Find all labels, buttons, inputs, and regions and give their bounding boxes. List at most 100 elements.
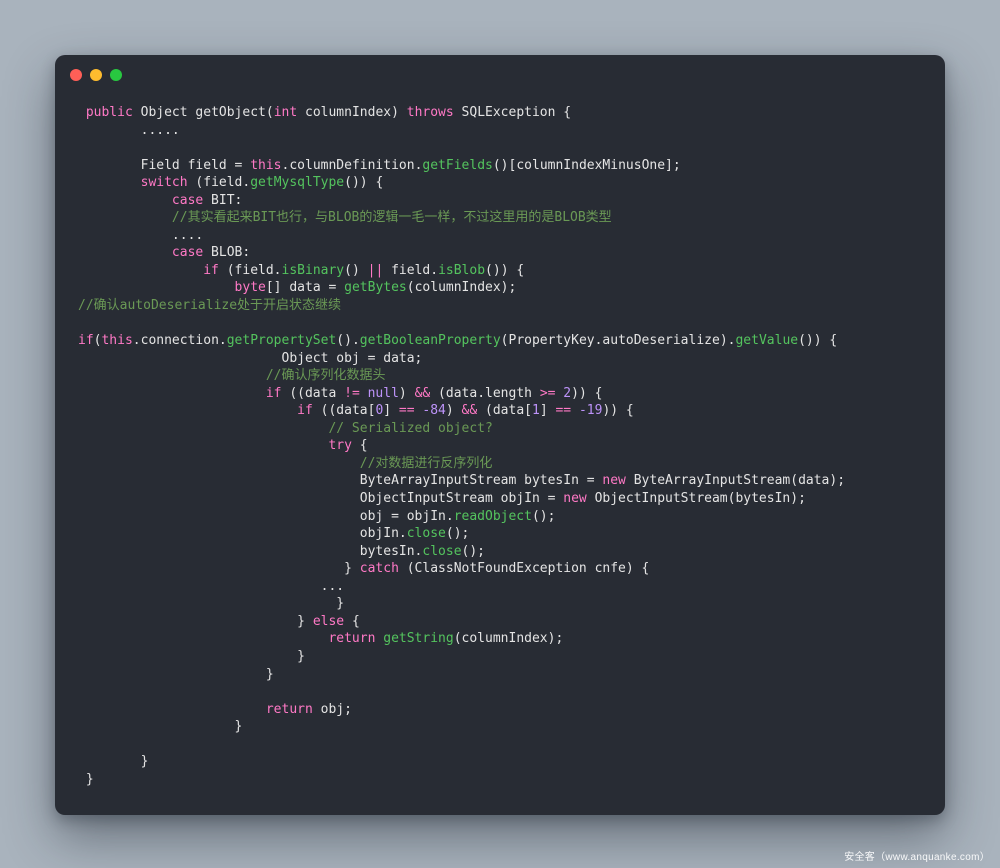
code-token: //其实看起来BIT也行，与BLOB的逻辑一毛一样，不过这里用的是BLOB类型: [171, 210, 612, 226]
code-token: getBooleanProperty: [359, 333, 501, 349]
code-token: bytesIn.: [359, 543, 423, 559]
code-token: )) {: [602, 403, 634, 419]
code-token: ();: [531, 508, 556, 524]
code-token: .....: [140, 122, 180, 138]
code-block: public Object getObject(int columnIndex)…: [78, 104, 931, 805]
page-background: public Object getObject(int columnIndex)…: [0, 0, 1000, 868]
code-token: -19: [578, 403, 603, 419]
code-token: ObjectInputStream objIn =: [359, 491, 564, 507]
code-line: objIn.close();: [78, 525, 931, 543]
code-line: } catch (ClassNotFoundException cnfe) {: [78, 560, 931, 578]
code-token: >=: [539, 385, 556, 401]
code-token: ByteArrayInputStream(data);: [625, 473, 846, 489]
code-token: close: [422, 543, 462, 559]
code-token: try: [328, 438, 352, 454]
code-token: ().: [336, 333, 360, 349]
code-token: ((data[: [312, 403, 376, 419]
code-line: case BLOB:: [78, 244, 931, 262]
code-token: this: [250, 157, 282, 173]
code-token: int: [273, 105, 298, 120]
code-token: ()) {: [344, 175, 384, 191]
code-token: getFields: [422, 157, 493, 173]
code-token: 2: [563, 385, 572, 401]
code-token: 1: [532, 403, 540, 419]
code-line: obj = objIn.readObject();: [78, 508, 931, 526]
code-token: // Serialized object?: [328, 420, 493, 436]
code-line: if ((data != null) && (data.length >= 2)…: [78, 385, 931, 403]
code-token: ]: [383, 403, 399, 419]
code-token: }: [85, 771, 94, 787]
code-token: }: [336, 596, 345, 612]
code-line: bytesIn.close();: [78, 543, 931, 561]
code-line: //其实看起来BIT也行，与BLOB的逻辑一毛一样，不过这里用的是BLOB类型: [78, 209, 931, 227]
code-token: else: [312, 613, 345, 629]
code-token: ()) {: [798, 333, 838, 349]
code-token: getString: [383, 631, 454, 647]
code-token: field.: [383, 262, 439, 278]
code-token: )) {: [571, 385, 603, 401]
code-line: // Serialized object?: [78, 420, 931, 438]
code-line: return getString(columnIndex);: [78, 630, 931, 648]
code-line: //对数据进行反序列化: [78, 455, 931, 473]
code-token: ObjectInputStream(bytesIn);: [586, 491, 806, 507]
code-token: //确认序列化数据头: [265, 368, 386, 384]
code-line: //确认autoDeserialize处于开启状态继续: [78, 297, 931, 315]
code-token: getBytes: [344, 280, 407, 296]
code-line: return obj;: [78, 701, 931, 719]
code-token: catch: [359, 561, 399, 577]
code-line: //确认序列化数据头: [78, 367, 931, 385]
code-line: case BIT:: [78, 192, 931, 210]
code-token: (data[: [477, 403, 532, 419]
code-token: BIT:: [203, 192, 243, 208]
code-token: (PropertyKey.autoDeserialize).: [500, 333, 736, 349]
code-line: Object obj = data;: [78, 350, 931, 368]
code-token: this: [101, 333, 133, 349]
code-token: return: [328, 631, 376, 647]
code-token: {: [351, 438, 368, 454]
code-token: Object obj = data;: [281, 350, 423, 366]
code-token: ((data: [281, 385, 345, 401]
zoom-button[interactable]: [110, 69, 122, 81]
code-line: if ((data[0] == -84) && (data[1] == -19)…: [78, 402, 931, 420]
code-line: }: [78, 595, 931, 613]
code-token: ()[columnIndexMinusOne];: [492, 157, 681, 173]
code-line: .....: [78, 122, 931, 140]
code-token: (field.: [218, 262, 282, 278]
code-line: }: [78, 753, 931, 771]
close-button[interactable]: [70, 69, 82, 81]
code-token: getMysqlType: [250, 175, 345, 191]
code-token: [] data =: [265, 280, 345, 296]
minimize-button[interactable]: [90, 69, 102, 81]
code-token: new: [602, 473, 626, 489]
code-token: throws: [406, 105, 454, 120]
code-token: getValue: [735, 333, 799, 349]
code-token: BLOB:: [203, 245, 251, 261]
code-token: if: [265, 385, 282, 401]
code-window: public Object getObject(int columnIndex)…: [55, 55, 945, 815]
code-token: if: [297, 403, 313, 419]
code-token: columnIndex): [297, 105, 407, 120]
code-token: ();: [445, 526, 470, 542]
code-token: isBinary: [281, 262, 345, 278]
code-token: }: [265, 666, 274, 682]
code-token: obj;: [312, 701, 352, 717]
code-token: ...: [320, 578, 345, 594]
code-token: if: [78, 333, 94, 349]
code-token: ByteArrayInputStream bytesIn =: [359, 473, 603, 489]
code-token: byte: [234, 280, 266, 296]
code-token: ==: [398, 403, 415, 419]
code-token: SQLException {: [453, 105, 572, 120]
code-line: byte[] data = getBytes(columnIndex);: [78, 279, 931, 297]
watermark: 安全客（www.anquanke.com）: [844, 852, 990, 863]
code-token: if: [203, 262, 219, 278]
code-token: }: [297, 648, 305, 664]
code-token: ();: [461, 543, 486, 559]
code-line: if (field.isBinary() || field.isBlob()) …: [78, 262, 931, 280]
code-token: objIn.: [359, 526, 407, 542]
code-token: .connection.: [132, 333, 227, 349]
code-line: ObjectInputStream objIn = new ObjectInpu…: [78, 490, 931, 508]
code-token: (): [344, 262, 368, 278]
